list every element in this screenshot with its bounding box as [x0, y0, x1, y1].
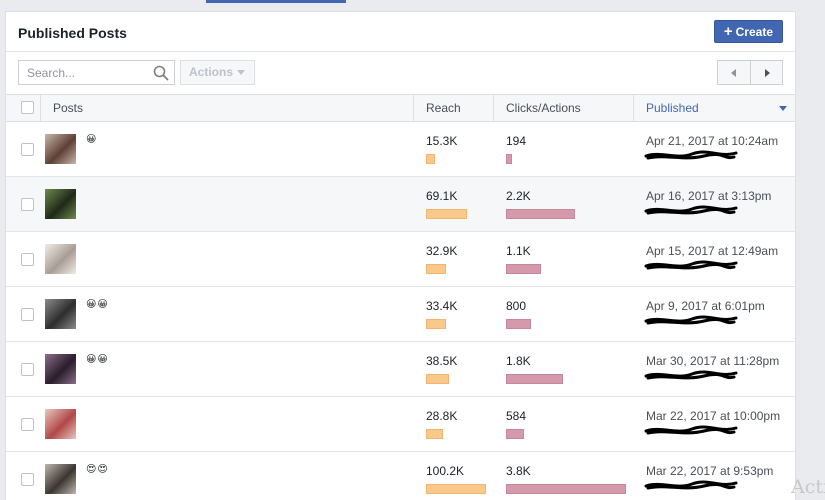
reach-value: 33.4K — [426, 299, 458, 313]
column-header-published[interactable]: Published — [633, 95, 795, 121]
reach-value: 100.2K — [426, 464, 465, 478]
column-header-reach[interactable]: Reach — [413, 95, 493, 121]
clicks-bar — [506, 484, 626, 494]
published-date[interactable]: Apr 21, 2017 at 10:24am — [646, 134, 778, 148]
clicks-value: 800 — [506, 299, 527, 313]
reach-value: 32.9K — [426, 244, 458, 258]
clicks-value: 1.1K — [506, 244, 531, 258]
row-checkbox[interactable] — [21, 143, 34, 156]
reach-bar — [426, 319, 446, 329]
table-row[interactable]: 😍😍 100.2K 3.8K Mar 22, 2017 at 9:53pm — [6, 452, 795, 500]
table-row[interactable]: 69.1K 2.2K Apr 16, 2017 at 3:13pm — [6, 177, 795, 232]
watermark-text: Activ — [791, 476, 825, 498]
reach-bar — [426, 209, 467, 219]
toolbar: Actions — [6, 52, 795, 94]
clicks-bar — [506, 154, 512, 164]
post-thumbnail[interactable] — [45, 354, 76, 384]
search-input[interactable] — [19, 61, 149, 84]
select-all-cell — [6, 95, 41, 121]
plus-icon: + — [723, 23, 733, 40]
clicks-bar — [506, 264, 541, 274]
clicks-value: 2.2K — [506, 189, 531, 203]
clicks-value: 1.8K — [506, 354, 531, 368]
active-tab-indicator — [206, 0, 346, 3]
redaction-scribble — [644, 425, 738, 435]
table-row[interactable]: 32.9K 1.1K Apr 15, 2017 at 12:49am — [6, 232, 795, 287]
redaction-scribble — [644, 370, 738, 380]
table-row[interactable]: 😀 15.3K 194 Apr 21, 2017 at 10:24am — [6, 122, 795, 177]
post-message-emoji: 😀😀 — [86, 354, 109, 365]
reach-bar — [426, 264, 446, 274]
actions-label: Actions — [189, 65, 234, 79]
panel-header: Published Posts + Create — [6, 12, 795, 52]
table-row[interactable]: 😀😀 38.5K 1.8K Mar 30, 2017 at 11:28pm — [6, 342, 795, 397]
row-checkbox[interactable] — [21, 198, 34, 211]
post-thumbnail[interactable] — [45, 299, 76, 329]
clicks-value: 3.8K — [506, 464, 531, 478]
table-row[interactable]: 28.8K 584 Mar 22, 2017 at 10:00pm — [6, 397, 795, 452]
post-message-emoji: 😀 — [86, 134, 98, 145]
reach-bar — [426, 154, 435, 164]
reach-value: 38.5K — [426, 354, 458, 368]
row-checkbox[interactable] — [21, 418, 34, 431]
published-date[interactable]: Apr 15, 2017 at 12:49am — [646, 244, 778, 258]
redaction-scribble — [644, 260, 738, 270]
search-box — [18, 60, 175, 85]
column-header-clicks[interactable]: Clicks/Actions — [493, 95, 633, 121]
column-header-published-label: Published — [646, 101, 699, 115]
reach-value: 69.1K — [426, 189, 458, 203]
post-thumbnail[interactable] — [45, 244, 76, 274]
post-message-emoji: 😀😀 — [86, 299, 109, 310]
published-date[interactable]: Apr 9, 2017 at 6:01pm — [646, 299, 765, 313]
published-date[interactable]: Mar 22, 2017 at 9:53pm — [646, 464, 773, 478]
published-date[interactable]: Mar 22, 2017 at 10:00pm — [646, 409, 780, 423]
clicks-bar — [506, 429, 524, 439]
page-title: Published Posts — [18, 25, 127, 41]
reach-bar — [426, 429, 443, 439]
post-thumbnail[interactable] — [45, 134, 76, 164]
post-message-emoji: 😍😍 — [86, 464, 109, 475]
pagination — [717, 60, 783, 85]
table-body: 😀 15.3K 194 Apr 21, 2017 at 10:24am 69.1K 2.2… — [6, 122, 795, 500]
published-posts-panel: Published Posts +Create Actions Posts Re… — [5, 11, 796, 500]
published-date[interactable]: Apr 16, 2017 at 3:13pm — [646, 189, 771, 203]
reach-value: 15.3K — [426, 134, 458, 148]
chevron-right-icon[interactable] — [749, 61, 783, 84]
clicks-value: 584 — [506, 409, 527, 423]
create-button-label: Create — [735, 25, 773, 39]
redaction-scribble — [644, 150, 738, 160]
select-all-checkbox[interactable] — [21, 101, 34, 114]
actions-dropdown[interactable]: Actions — [180, 60, 255, 85]
row-checkbox[interactable] — [21, 363, 34, 376]
row-checkbox[interactable] — [21, 253, 34, 266]
table-row[interactable]: 😀😀 33.4K 800 Apr 9, 2017 at 6:01pm — [6, 287, 795, 342]
row-checkbox[interactable] — [21, 473, 34, 486]
redaction-scribble — [644, 205, 738, 215]
post-thumbnail[interactable] — [45, 409, 76, 439]
clicks-bar — [506, 374, 563, 384]
column-header-posts[interactable]: Posts — [53, 95, 83, 121]
reach-bar — [426, 484, 486, 494]
search-icon[interactable] — [153, 65, 169, 81]
table-header: Posts Reach Clicks/Actions Published — [6, 94, 795, 122]
clicks-value: 194 — [506, 134, 527, 148]
clicks-bar — [506, 319, 531, 329]
post-thumbnail[interactable] — [45, 464, 76, 494]
reach-value: 28.8K — [426, 409, 458, 423]
reach-bar — [426, 374, 449, 384]
row-checkbox[interactable] — [21, 308, 34, 321]
post-thumbnail[interactable] — [45, 189, 76, 219]
chevron-down-icon — [237, 70, 246, 76]
redaction-scribble — [644, 315, 738, 325]
clicks-bar — [506, 209, 575, 219]
redaction-scribble — [644, 480, 738, 490]
sort-desc-icon — [779, 106, 787, 111]
chevron-left-icon[interactable] — [718, 61, 750, 84]
create-button[interactable]: + Create — [713, 20, 783, 43]
published-date[interactable]: Mar 30, 2017 at 11:28pm — [646, 354, 779, 368]
